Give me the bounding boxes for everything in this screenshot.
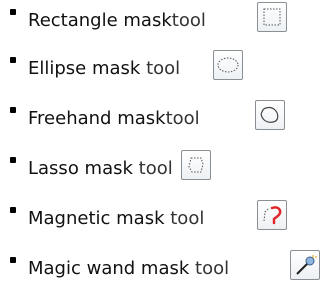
bullet [10,207,16,213]
magnetic-mask-icon[interactable] [257,200,287,230]
tool-label: Ellipse mask tool [28,56,180,82]
lasso-mask-icon[interactable] [181,150,211,180]
list-item-lasso-mask: Lasso mask tool [0,150,324,190]
tool-suffix: tool [146,58,181,79]
tool-name: Rectangle mask [28,10,172,31]
bullet [10,107,16,113]
tool-label: Magic wand mask tool [28,256,229,282]
tool-name: Freehand mask [28,108,166,129]
tool-suffix: tool [165,108,200,129]
ellipse-mask-icon[interactable] [213,50,243,80]
list-item-magic-wand-mask: Magic wand mask tool [0,250,324,290]
tool-suffix: tool [195,258,230,279]
rectangle-mask-icon[interactable] [257,2,287,32]
list-item-magnetic-mask: Magnetic mask tool [0,200,324,240]
tool-name: Magnetic mask [28,208,165,229]
tool-name: Magic wand mask [28,258,190,279]
list-item-freehand-mask: Freehand masktool [0,100,324,140]
tool-label: Rectangle masktool [28,8,206,34]
tool-name: Ellipse mask [28,58,141,79]
tool-label: Lasso mask tool [28,156,173,182]
tool-label: Magnetic mask tool [28,206,204,232]
tool-name: Lasso mask [28,158,133,179]
bullet [10,157,16,163]
bullet [10,257,16,263]
list-item-ellipse-mask: Ellipse mask tool [0,50,324,90]
freehand-mask-icon[interactable] [255,100,285,130]
bullet [10,9,16,15]
tool-suffix: tool [170,208,205,229]
magic-wand-mask-icon[interactable] [290,250,320,280]
tool-suffix: tool [138,158,173,179]
tool-suffix: tool [171,10,206,31]
tool-label: Freehand masktool [28,106,200,132]
list-item-rectangle-mask: Rectangle masktool [0,2,324,42]
bullet [10,57,16,63]
